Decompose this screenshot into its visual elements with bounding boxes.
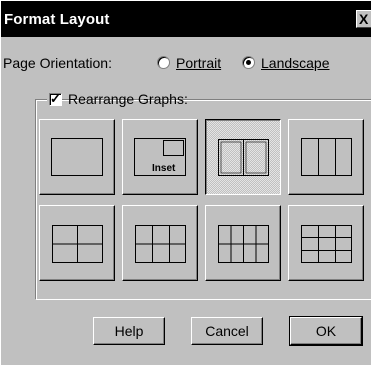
- checkbox-checked-icon: ✓: [49, 91, 62, 106]
- help-button[interactable]: Help: [93, 317, 165, 345]
- rearrange-graphs-label: Rearrange Graphs:: [68, 91, 188, 107]
- ok-button[interactable]: OK: [289, 316, 363, 346]
- 2x2-grid-layout-icon: [52, 225, 103, 263]
- two-columns-layout-icon: [218, 139, 269, 176]
- page-orientation-label: Page Orientation:: [3, 55, 112, 71]
- window-title: Format Layout: [4, 11, 110, 28]
- 4x2-grid-layout-icon: [218, 225, 269, 263]
- 3x2-grid-layout-icon: [135, 225, 186, 263]
- cancel-button[interactable]: Cancel: [191, 317, 263, 345]
- inset-text: Inset: [152, 163, 176, 174]
- three-columns-layout-icon: [301, 138, 352, 176]
- inset-layout-icon: Inset: [134, 138, 186, 176]
- layout-4x2-grid-button[interactable]: [205, 205, 281, 281]
- layout-three-columns-button[interactable]: [288, 119, 364, 195]
- close-button[interactable]: X: [356, 10, 371, 28]
- layout-graph-with-inset-button[interactable]: Inset: [122, 119, 198, 195]
- radio-unselected-icon: [157, 56, 170, 69]
- page-orientation-row: Page Orientation: Portrait Landscape: [1, 53, 371, 73]
- radio-selected-icon: [242, 56, 255, 69]
- layout-3x2-grid-button[interactable]: [122, 205, 198, 281]
- format-layout-dialog: Format Layout X Page Orientation: Portra…: [0, 0, 371, 365]
- layout-two-columns-button[interactable]: [205, 119, 281, 195]
- rearrange-graphs-checkbox[interactable]: ✓ Rearrange Graphs:: [47, 91, 188, 109]
- 3x3-grid-layout-icon: [301, 225, 352, 263]
- portrait-label: Portrait: [176, 55, 222, 71]
- layout-3x3-grid-button[interactable]: [288, 205, 364, 281]
- layout-2x2-grid-button[interactable]: [39, 205, 115, 281]
- landscape-label: Landscape: [261, 55, 330, 71]
- layout-single-graph-button[interactable]: [39, 119, 115, 195]
- single-graph-layout-icon: [51, 138, 103, 176]
- title-bar: Format Layout X: [1, 1, 371, 37]
- close-icon: X: [359, 11, 369, 27]
